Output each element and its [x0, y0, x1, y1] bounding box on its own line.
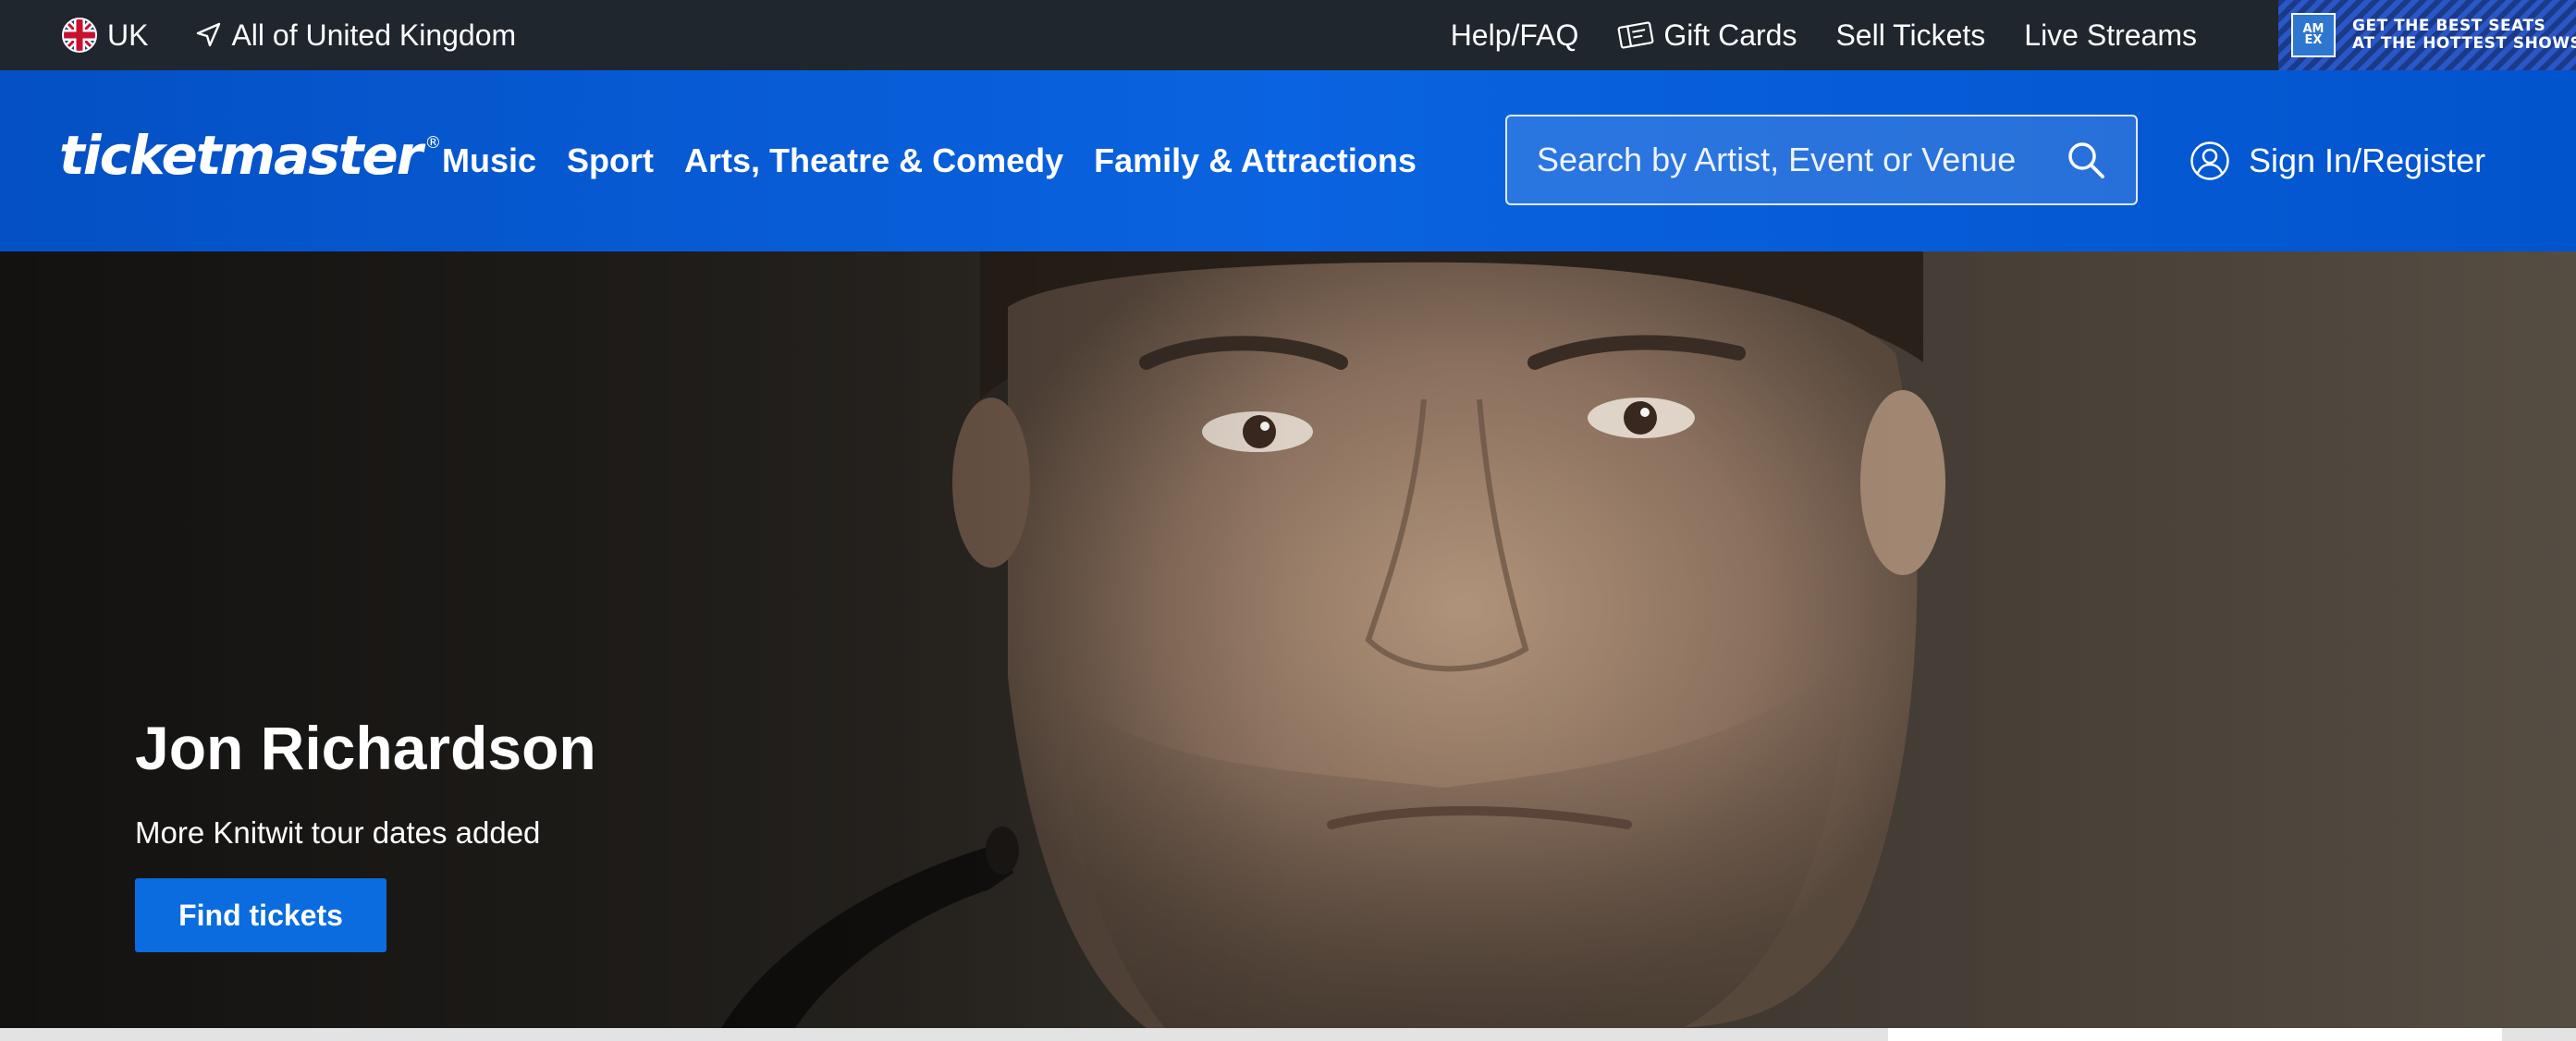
sell-tickets-link[interactable]: Sell Tickets: [1835, 18, 1985, 53]
live-streams-link[interactable]: Live Streams: [2024, 18, 2197, 53]
hero-banner[interactable]: Jon Richardson More Knitwit tour dates a…: [0, 251, 2576, 1028]
hero-title: Jon Richardson: [135, 714, 596, 782]
sell-tickets-label: Sell Tickets: [1835, 18, 1986, 52]
gift-cards-link[interactable]: Gift Cards: [1617, 18, 1797, 53]
nav-arts-theatre-comedy[interactable]: Arts, Theatre & Comedy: [684, 141, 1063, 180]
country-selector[interactable]: UK: [61, 17, 148, 54]
sign-in-label: Sign In/Register: [2249, 141, 2486, 179]
nav-music[interactable]: Music: [442, 141, 536, 180]
amex-ad-line2: AT THE HOTTEST SHOWS: [2352, 34, 2576, 53]
country-label: UK: [107, 18, 149, 52]
amex-advert[interactable]: AM EX GET THE BEST SEATS AT THE HOTTEST …: [2278, 0, 2576, 70]
find-tickets-button[interactable]: Find tickets: [135, 878, 386, 952]
sign-in-register[interactable]: Sign In/Register: [2190, 70, 2485, 251]
content-card-edge: [1888, 1028, 2502, 1041]
help-faq-label: Help/FAQ: [1450, 18, 1579, 52]
search-icon[interactable]: [2064, 138, 2108, 182]
main-header: ticketmaster ® Music Sport Arts, Theatre …: [0, 70, 2576, 251]
search-box: [1505, 115, 2138, 205]
amex-ad-line1: GET THE BEST SEATS: [2352, 17, 2546, 35]
amex-ad-text: GET THE BEST SEATS AT THE HOTTEST SHOWS: [2352, 18, 2576, 53]
search-input[interactable]: [1507, 116, 2064, 203]
nav-family-attractions[interactable]: Family & Attractions: [1094, 141, 1417, 180]
main-nav: Music Sport Arts, Theatre & Comedy Famil…: [442, 70, 1417, 251]
logo-text: ticketmaster: [59, 124, 423, 187]
amex-logo: AM EX: [2291, 13, 2336, 57]
gift-card-icon: [1617, 20, 1654, 50]
logo-registered-mark: ®: [424, 133, 441, 153]
utility-bar: UK All of United Kingdom Help/FAQ Gift C…: [0, 0, 2576, 70]
live-streams-label: Live Streams: [2024, 18, 2197, 52]
location-selector[interactable]: All of United Kingdom: [194, 18, 516, 53]
utility-links: Help/FAQ Gift Cards Sell Tickets Live St…: [1451, 0, 2197, 70]
hero-subtitle: More Knitwit tour dates added: [135, 815, 541, 850]
location-label: All of United Kingdom: [231, 18, 517, 52]
nav-sport[interactable]: Sport: [567, 141, 654, 180]
utility-left: UK All of United Kingdom: [61, 0, 516, 70]
ticketmaster-logo[interactable]: ticketmaster ®: [59, 124, 441, 187]
help-faq-link[interactable]: Help/FAQ: [1451, 18, 1579, 53]
user-icon: [2190, 141, 2230, 181]
hero-content: Jon Richardson More Knitwit tour dates a…: [135, 717, 596, 952]
gift-cards-label: Gift Cards: [1663, 18, 1797, 52]
location-arrow-icon: [194, 21, 222, 49]
uk-flag-icon: [61, 17, 98, 54]
